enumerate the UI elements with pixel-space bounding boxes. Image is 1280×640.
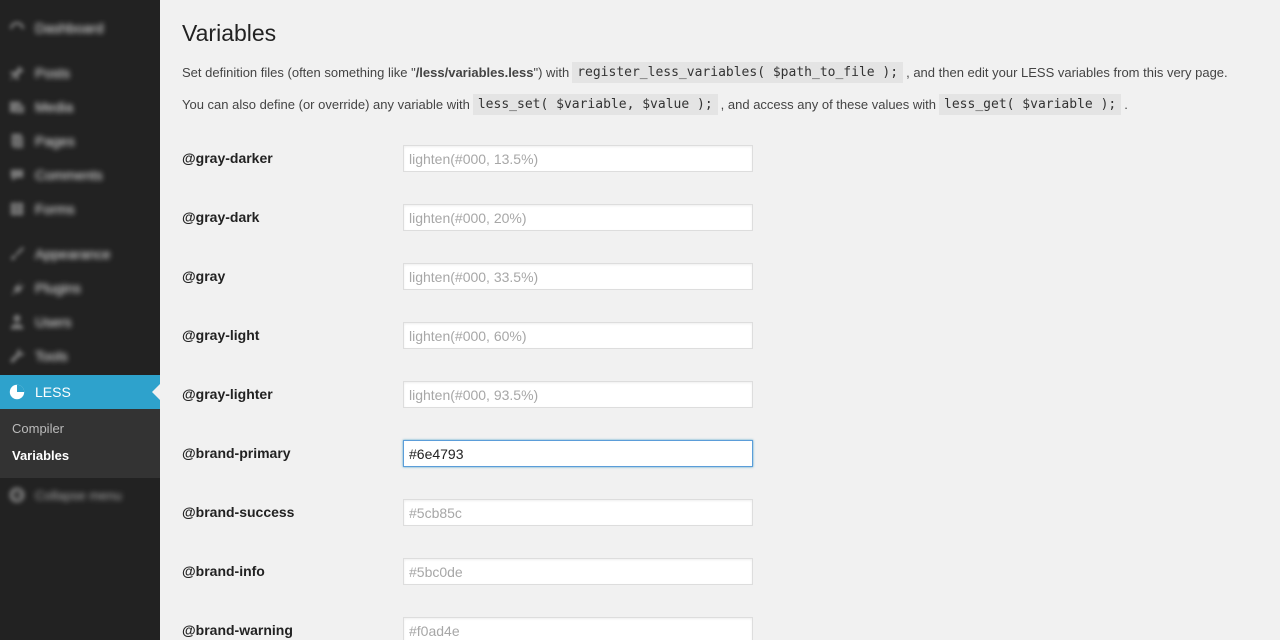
comment-icon [7, 165, 27, 185]
menu-item-posts[interactable]: Posts [0, 56, 160, 90]
menu-label: Media [35, 99, 74, 115]
dashboard-icon [7, 18, 27, 38]
pin-icon [7, 63, 27, 83]
variable-name: @brand-success [182, 504, 295, 520]
variable-input-brand-primary[interactable] [403, 440, 753, 467]
menu-label: Plugins [35, 280, 81, 296]
variable-name: @gray-dark [182, 209, 260, 225]
desc-text: ") with [533, 65, 570, 80]
variable-name: @brand-info [182, 563, 265, 579]
variable-row: @gray-darker [182, 145, 1182, 175]
collapse-menu-button[interactable]: Collapse menu [0, 478, 160, 512]
description-line-2: You can also define (or override) any va… [182, 94, 1128, 115]
variable-row: @gray [182, 263, 1182, 293]
desc-text: Set definition files (often something li… [182, 65, 416, 80]
code-less-get: less_get( $variable ); [939, 94, 1122, 115]
menu-label: Users [35, 314, 72, 330]
menu-label: LESS [35, 384, 71, 400]
variable-row: @gray-lighter [182, 381, 1182, 411]
variable-input-brand-warning[interactable] [403, 617, 753, 640]
desc-text: You can also define (or override) any va… [182, 97, 470, 112]
less-icon [7, 382, 27, 402]
variable-input-brand-info[interactable] [403, 558, 753, 585]
variable-name: @gray-lighter [182, 386, 273, 402]
menu-item-users[interactable]: Users [0, 305, 160, 339]
code-register-less-variables: register_less_variables( $path_to_file )… [572, 62, 904, 83]
variable-row: @brand-warning [182, 617, 1182, 640]
desc-file-path: /less/variables.less [415, 65, 534, 80]
variable-input-gray-lighter[interactable] [403, 381, 753, 408]
menu-item-pages[interactable]: Pages [0, 124, 160, 158]
variable-row: @gray-light [182, 322, 1182, 352]
variable-input-gray-light[interactable] [403, 322, 753, 349]
desc-text: . [1124, 97, 1128, 112]
variable-name: @brand-primary [182, 445, 291, 461]
less-submenu: Compiler Variables [0, 409, 160, 478]
variable-input-brand-success[interactable] [403, 499, 753, 526]
variable-row: @brand-info [182, 558, 1182, 588]
main-content: Variables Set definition files (often so… [160, 0, 1280, 640]
menu-label: Pages [35, 133, 75, 149]
menu-item-forms[interactable]: Forms [0, 192, 160, 226]
variable-name: @brand-warning [182, 622, 293, 638]
menu-item-dashboard[interactable]: Dashboard [0, 11, 160, 45]
menu-label: Appearance [35, 246, 111, 262]
plug-icon [7, 278, 27, 298]
variable-row: @gray-dark [182, 204, 1182, 234]
menu-item-less[interactable]: LESS [0, 375, 160, 409]
current-menu-arrow [152, 384, 160, 400]
menu-label: Dashboard [35, 20, 104, 36]
collapse-label: Collapse menu [35, 487, 122, 503]
desc-text: , and then edit your LESS variables from… [906, 65, 1228, 80]
brush-icon [7, 244, 27, 264]
variable-name: @gray-light [182, 327, 260, 343]
submenu-item-compiler[interactable]: Compiler [12, 421, 64, 436]
menu-item-plugins[interactable]: Plugins [0, 271, 160, 305]
media-icon [7, 97, 27, 117]
menu-item-comments[interactable]: Comments [0, 158, 160, 192]
menu-label: Tools [35, 348, 68, 364]
variable-name: @gray-darker [182, 150, 273, 166]
menu-item-appearance[interactable]: Appearance [0, 237, 160, 271]
page-title: Variables [182, 20, 277, 46]
menu-item-media[interactable]: Media [0, 90, 160, 124]
forms-icon [7, 199, 27, 219]
wrench-icon [7, 346, 27, 366]
menu-label: Posts [35, 65, 71, 81]
desc-text: , and access any of these values with [720, 97, 937, 112]
menu-label: Forms [35, 201, 75, 217]
code-less-set: less_set( $variable, $value ); [472, 94, 718, 115]
variable-row: @brand-primary [182, 440, 1182, 470]
variable-row: @brand-success [182, 499, 1182, 529]
description-line-1: Set definition files (often something li… [182, 62, 1228, 83]
submenu-item-variables[interactable]: Variables [12, 448, 69, 463]
variable-input-gray-dark[interactable] [403, 204, 753, 231]
menu-label: Comments [35, 167, 103, 183]
variable-input-gray[interactable] [403, 263, 753, 290]
variable-name: @gray [182, 268, 226, 284]
admin-sidebar: Dashboard Posts Media Pages Comments For… [0, 0, 160, 640]
collapse-icon [7, 485, 27, 505]
user-icon [7, 312, 27, 332]
pages-icon [7, 131, 27, 151]
menu-item-tools[interactable]: Tools [0, 339, 160, 373]
variable-input-gray-darker[interactable] [403, 145, 753, 172]
